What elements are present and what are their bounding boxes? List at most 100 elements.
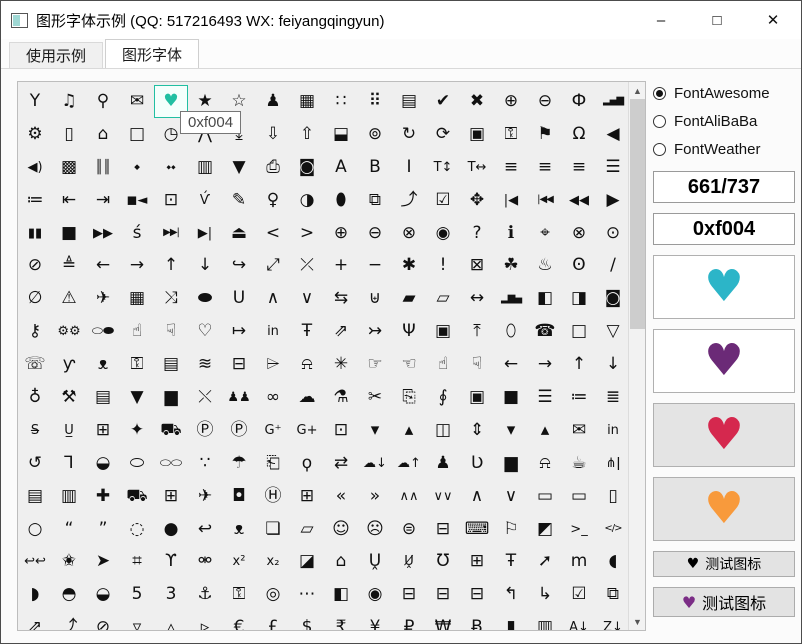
glyph-cell[interactable]: ● — [154, 513, 188, 546]
glyph-cell[interactable]: ☘ — [494, 249, 528, 282]
glyph-cell[interactable]: in — [596, 414, 630, 447]
glyph-cell[interactable]: ▮▮ — [18, 217, 52, 250]
glyph-cell[interactable]: ≣ — [596, 381, 630, 414]
glyph-cell[interactable]: □ — [120, 118, 154, 151]
glyph-cell[interactable]: ⇩ — [256, 118, 290, 151]
glyph-cell[interactable]: ▽ — [596, 315, 630, 348]
glyph-cell[interactable]: ∧∧ — [392, 480, 426, 513]
glyph-cell[interactable]: ✳ — [324, 348, 358, 381]
glyph-cell[interactable]: ⚐ — [494, 513, 528, 546]
glyph-cell[interactable]: ▼ — [120, 381, 154, 414]
tab-usage-example[interactable]: 使用示例 — [9, 42, 103, 68]
glyph-cell[interactable]: ▭ — [562, 480, 596, 513]
glyph-cell[interactable]: ↓ — [188, 249, 222, 282]
glyph-cell[interactable]: ▥ — [188, 151, 222, 184]
glyph-cell[interactable]: ⬯ — [494, 315, 528, 348]
glyph-cell[interactable]: ⌂ — [324, 545, 358, 578]
glyph-cell[interactable]: ¥ — [358, 611, 392, 631]
glyph-cell[interactable]: ☺ — [324, 513, 358, 546]
glyph-cell[interactable]: Ψ — [392, 315, 426, 348]
glyph-cell[interactable]: Z↓ — [596, 611, 630, 631]
glyph-cell[interactable]: ◉ — [426, 217, 460, 250]
glyph-cell[interactable]: ▤ — [154, 348, 188, 381]
glyph-cell[interactable]: ⊜ — [392, 513, 426, 546]
glyph-cell[interactable]: U — [222, 282, 256, 315]
glyph-cell[interactable]: + — [324, 249, 358, 282]
close-button[interactable]: ✕ — [745, 1, 801, 39]
glyph-cell[interactable]: ▴ — [392, 414, 426, 447]
glyph-cell[interactable]: ▂▆▄ — [494, 282, 528, 315]
glyph-cell[interactable]: → — [120, 249, 154, 282]
glyph-cell[interactable]: ϙ — [290, 447, 324, 480]
glyph-cell[interactable]: A↓ — [562, 611, 596, 631]
glyph-cell[interactable]: ⊖ — [528, 85, 562, 118]
glyph-cell[interactable]: ◓ — [52, 578, 86, 611]
glyph-cell[interactable]: ✈ — [86, 282, 120, 315]
glyph-cell[interactable]: > — [290, 217, 324, 250]
glyph-cell[interactable]: ▾ — [358, 414, 392, 447]
glyph-cell[interactable]: ∞ — [256, 381, 290, 414]
glyph-cell[interactable]: ↻ — [392, 118, 426, 151]
glyph-cell[interactable]: ■ — [52, 217, 86, 250]
glyph-cell[interactable]: ⋔ǀ — [596, 447, 630, 480]
glyph-cell[interactable]: ⊟ — [426, 513, 460, 546]
glyph-cell[interactable]: ⊞ — [290, 480, 324, 513]
glyph-cell[interactable]: ↔ — [460, 282, 494, 315]
glyph-cell[interactable]: ▂▄▆ — [596, 85, 630, 118]
glyph-cell[interactable]: ⊞ — [86, 414, 120, 447]
glyph-cell[interactable]: in — [256, 315, 290, 348]
glyph-cell[interactable]: ⌗ — [120, 545, 154, 578]
radio-circle-icon[interactable] — [653, 143, 666, 156]
glyph-cell[interactable]: ∅ — [18, 282, 52, 315]
glyph-cell[interactable]: ⬬ — [188, 282, 222, 315]
glyph-cell[interactable]: ⚿ — [222, 578, 256, 611]
glyph-cell[interactable]: ☑ — [562, 578, 596, 611]
glyph-cell[interactable]: ↑ — [562, 348, 596, 381]
glyph-cell[interactable]: ≡ — [528, 151, 562, 184]
glyph-cell[interactable]: ⊠ — [460, 249, 494, 282]
glyph-cell[interactable]: ○ — [18, 513, 52, 546]
glyph-cell[interactable]: ⍾ — [290, 348, 324, 381]
glyph-cell[interactable]: ⚗ — [324, 381, 358, 414]
glyph-cell[interactable]: ║║ — [86, 151, 120, 184]
glyph-cell[interactable]: ▮ — [494, 611, 528, 631]
glyph-cell[interactable]: ▦ — [120, 282, 154, 315]
glyph-cell[interactable]: ⚮ — [188, 545, 222, 578]
glyph-cell[interactable]: ≡ — [562, 151, 596, 184]
glyph-cell[interactable]: ◌ — [120, 513, 154, 546]
glyph-cell[interactable]: ← — [494, 348, 528, 381]
tab-graphic-font[interactable]: 图形字体 — [105, 39, 199, 68]
glyph-cell[interactable]: ⊟ — [460, 578, 494, 611]
maximize-button[interactable]: □ — [689, 1, 745, 39]
glyph-cell[interactable]: ✥ — [460, 184, 494, 217]
glyph-cell[interactable]: ₽ — [392, 611, 426, 631]
glyph-cell[interactable]: x₂ — [256, 545, 290, 578]
glyph-cell[interactable]: ⇄ — [324, 447, 358, 480]
glyph-cell[interactable]: G⁺ — [256, 414, 290, 447]
glyph-cell[interactable]: T↕ — [426, 151, 460, 184]
glyph-cell[interactable]: ▩ — [52, 151, 86, 184]
glyph-cell[interactable]: ✎ — [222, 184, 256, 217]
glyph-cell[interactable]: ☂ — [222, 447, 256, 480]
glyph-cell[interactable]: </> — [596, 513, 630, 546]
glyph-cell[interactable]: ⊡ — [324, 414, 358, 447]
radio-fontalibaba[interactable]: FontAliBaBa — [653, 109, 795, 133]
glyph-cell[interactable]: ⋯ — [290, 578, 324, 611]
glyph-cell[interactable]: ▰ — [392, 282, 426, 315]
glyph-cell[interactable]: ▤ — [86, 381, 120, 414]
glyph-cell[interactable]: ◀) — [18, 151, 52, 184]
glyph-cell[interactable]: ☝ — [120, 315, 154, 348]
glyph-cell[interactable]: ≋ — [188, 348, 222, 381]
glyph-cell[interactable]: ▣ — [460, 381, 494, 414]
glyph-cell[interactable]: ◩ — [528, 513, 562, 546]
glyph-cell[interactable]: ⇧ — [290, 118, 324, 151]
scroll-up-icon[interactable]: ▲ — [629, 82, 646, 99]
glyph-cell[interactable]: » — [358, 480, 392, 513]
glyph-cell[interactable]: ⇆ — [324, 282, 358, 315]
glyph-cell[interactable]: x² — [222, 545, 256, 578]
glyph-cell[interactable]: ⊟ — [426, 578, 460, 611]
glyph-cell[interactable]: ◎ — [256, 578, 290, 611]
glyph-cell[interactable]: ▱ — [426, 282, 460, 315]
glyph-cell[interactable]: ⊖ — [358, 217, 392, 250]
glyph-cell[interactable]: ⚿ — [494, 118, 528, 151]
